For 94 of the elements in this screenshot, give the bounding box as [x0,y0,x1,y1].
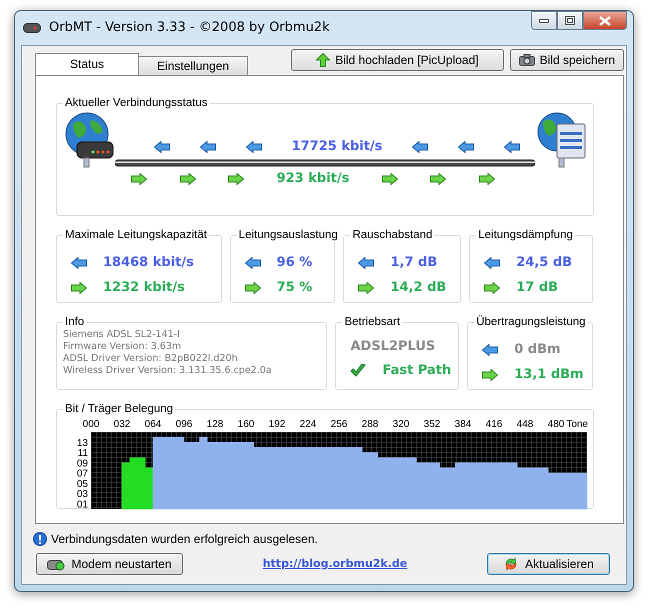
close-icon [599,16,611,26]
left-arrow-icon [482,344,498,356]
group-title: Aktueller Verbindungsstatus [64,96,209,110]
right-arrow-icon [228,173,244,185]
right-arrow-icon [71,282,87,294]
toolbar-button[interactable]: Bild speichern [510,49,624,71]
right-arrow-icon [131,173,148,185]
right-arrow-icon [484,282,500,294]
right-arrow-icon [478,173,495,185]
fast-path-label: Fast Path [382,362,452,380]
tick-label: 160 [238,419,254,430]
left-arrow-icon [458,141,474,153]
group-title: Bit / Träger Belegung [64,402,174,416]
info-text: Wireless Driver Version: 3.131.35.6.cpe2.0a [63,365,273,377]
group-title: Leitungsdämpfung [477,228,574,242]
website-link[interactable]: http://blog.orbmu2k.de [262,556,408,572]
tick-label: 320 [392,419,410,430]
tick-label: 416 [486,419,502,430]
minimize-button[interactable] [531,11,557,30]
info-text: Firmware Version: 3.63m [63,341,182,353]
tick-label: 03 [76,489,88,500]
tab[interactable]: Status [35,53,140,75]
tick-label: 448 [516,419,534,430]
left-arrow-icon [484,256,500,268]
tick-label: 096 [176,419,192,430]
right-arrow-icon [244,282,261,294]
left-arrow-icon [200,141,216,153]
stat-value: 0 dBm [514,340,561,359]
stat-value: 17 dB [516,278,558,297]
group-title: Info [64,315,86,329]
maximize-icon [565,16,575,25]
minimize-icon [539,18,549,22]
tick-label: 128 [206,419,224,430]
maximize-button[interactable] [557,11,583,30]
tick-label: 09 [76,458,88,470]
tick-label: 352 [424,419,440,430]
group-title: Maximale Leitungskapazität [64,228,208,242]
left-arrow-icon [244,256,261,268]
info-text: ADSL Driver Version: B2pB022l.d20h [63,353,239,365]
stat-value: 96 % [276,254,312,272]
window-title: OrbMT - Version 3.33 - ©2008 by Orbmu2k [49,19,330,38]
stat-value: 1232 kbit/s [103,278,185,297]
tick-label: 288 [362,419,378,430]
tick-label: 224 [300,419,316,430]
up-arrow-icon [316,53,330,67]
axis-label: Tone [566,419,588,430]
globe-router-drawing [63,112,115,168]
left-arrow-icon [358,256,374,268]
tick-label: 13 [76,438,88,449]
stat-value: 18468 kbit/s [103,254,194,272]
left-arrow-icon [71,256,87,268]
refresh-button[interactable]: Aktualisieren [486,553,610,575]
status-message: Verbindungsdaten wurden erfolgreich ausgelesen. [51,531,318,548]
left-arrow-icon [412,141,428,153]
group-title: Betriebsart [343,315,402,329]
stat-value: 24,5 dB [516,254,572,272]
group-title: Übertragungsleistung [475,315,587,329]
restart-button[interactable]: Modem neustarten [36,553,183,575]
stat-value: 14,2 dB [390,278,446,297]
stat-value: 1,7 dB [390,254,438,272]
tick-label: 064 [144,419,162,430]
right-arrow-icon [482,368,498,380]
tick-label: 000 [82,419,100,430]
data-rate: 17725 kbit/s [292,138,382,156]
globe-server-drawing [535,112,587,168]
group-title: Rauschabstand [351,228,434,242]
left-arrow-icon [504,141,520,153]
right-arrow-icon [180,173,196,185]
tick-label: 07 [76,468,88,480]
toolbar-button[interactable]: Bild hochladen [PicUpload] [291,49,504,71]
mode-value: ADSL2PLUS [350,338,436,356]
right-arrow-icon [430,173,446,185]
right-arrow-icon [358,282,374,294]
tick-label: 256 [330,419,348,430]
tick-label: 032 [114,419,130,430]
tick-label: 11 [78,448,88,460]
group-title: Leitungsauslastung [238,228,339,242]
refresh-icon [503,556,520,572]
tick-label: 05 [76,478,88,490]
tab[interactable]: Einstellungen [138,56,248,75]
camera-icon [518,54,535,66]
tick-label: 480 [548,419,564,430]
right-arrow-icon [382,173,398,185]
data-rate: 923 kbit/s [276,170,350,188]
tick-label: 01 [76,499,88,510]
stat-value: 13,1 dBm [514,366,584,384]
info-text: Siemens ADSL SL2-141-I [63,329,181,341]
tick-label: 192 [268,419,286,430]
close-button[interactable] [583,11,627,30]
tick-label: 384 [454,419,472,430]
left-arrow-icon [246,141,262,153]
stat-value: 75 % [276,278,312,297]
left-arrow-icon [154,141,170,153]
info-icon [33,532,47,546]
